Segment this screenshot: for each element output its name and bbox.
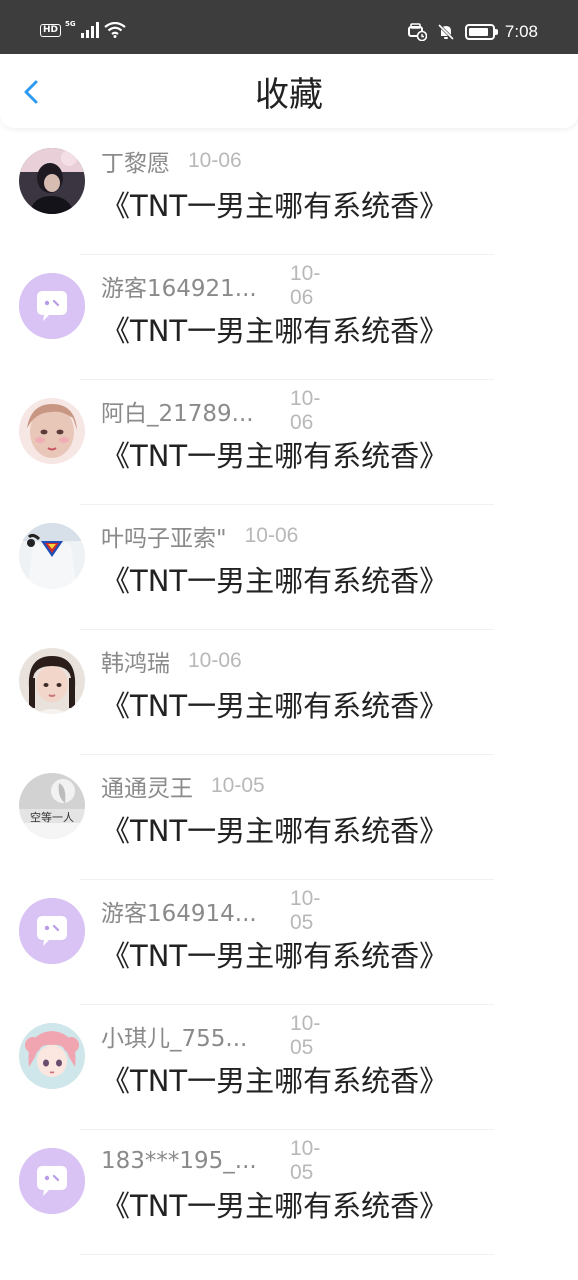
- date: 10-06: [244, 524, 299, 547]
- nickname[interactable]: 叶吗子亚索": [101, 519, 227, 553]
- item-meta: 阿白_21789... 10-06: [101, 387, 320, 434]
- avatar[interactable]: [19, 1023, 85, 1089]
- chat-bubble-icon: [19, 1148, 85, 1214]
- avatar-caption: 空等一人: [30, 811, 74, 824]
- item-meta: 183***195_... 10-05: [101, 1137, 320, 1184]
- nickname[interactable]: 小琪儿_755...: [101, 1019, 247, 1053]
- book-title[interactable]: 《TNT一男主哪有系统香》: [101, 1186, 448, 1226]
- nickname[interactable]: 通通灵王: [101, 769, 193, 803]
- nickname[interactable]: 丁黎愿: [101, 144, 170, 178]
- avatar-image: [19, 523, 85, 589]
- favorite-item[interactable]: 丁黎愿 10-06 《TNT一男主哪有系统香》: [0, 130, 578, 255]
- avatar[interactable]: [19, 398, 85, 464]
- status-left: HD 5G: [40, 20, 126, 38]
- page-header: 收藏: [0, 54, 578, 128]
- hd-icon: HD: [40, 23, 62, 37]
- item-meta: 小琪儿_755... 10-05: [101, 1012, 320, 1059]
- book-title[interactable]: 《TNT一男主哪有系统香》: [101, 686, 448, 726]
- wifi-icon: [103, 22, 126, 38]
- date: 10-06: [188, 649, 242, 672]
- clock: 7:08: [504, 22, 538, 41]
- nickname[interactable]: 183***195_...: [101, 1148, 257, 1174]
- chat-bubble-icon: [19, 898, 85, 964]
- favorite-item[interactable]: 韩鸿瑞 10-06 《TNT一男主哪有系统香》: [0, 630, 578, 755]
- book-title[interactable]: 《TNT一男主哪有系统香》: [101, 936, 448, 976]
- date: 10-05: [290, 1137, 321, 1184]
- signal-icon: [80, 22, 99, 38]
- book-title[interactable]: 《TNT一男主哪有系统香》: [101, 561, 448, 601]
- favorite-item[interactable]: 阿白_21789... 10-06 《TNT一男主哪有系统香》: [0, 380, 578, 505]
- avatar-image: [19, 398, 85, 464]
- mute-bell-icon: [437, 23, 454, 41]
- favorite-item[interactable]: 小琪儿_755... 10-05 《TNT一男主哪有系统香》: [0, 1005, 578, 1130]
- date: 10-06: [290, 387, 321, 434]
- book-title[interactable]: 《TNT一男主哪有系统香》: [101, 186, 448, 226]
- date: 10-05: [211, 774, 265, 797]
- item-meta: 游客164921... 10-06: [101, 262, 320, 309]
- favorite-item[interactable]: 空等一人 通通灵王 10-05 《TNT一男主哪有系统香》: [0, 755, 578, 880]
- favorite-item[interactable]: 183***195_... 10-05 《TNT一男主哪有系统香》: [0, 1130, 578, 1255]
- avatar-image: [19, 773, 85, 839]
- nickname[interactable]: 阿白_21789...: [101, 394, 254, 428]
- book-title[interactable]: 《TNT一男主哪有系统香》: [101, 311, 448, 351]
- favorite-item[interactable]: 游客164921... 10-06 《TNT一男主哪有系统香》: [0, 255, 578, 380]
- avatar[interactable]: 空等一人: [19, 773, 85, 839]
- status-bar: HD 5G 7:08: [0, 0, 578, 54]
- nickname[interactable]: 韩鸿瑞: [101, 644, 170, 678]
- avatar[interactable]: [19, 898, 85, 964]
- date: 10-05: [290, 1012, 321, 1059]
- item-meta: 韩鸿瑞 10-06: [101, 644, 242, 678]
- battery-icon: [464, 24, 498, 40]
- avatar[interactable]: [19, 148, 85, 214]
- avatar[interactable]: [19, 523, 85, 589]
- item-meta: 通通灵王 10-05: [101, 769, 265, 803]
- nickname[interactable]: 游客164914...: [101, 894, 257, 928]
- avatar-image: [19, 1023, 85, 1089]
- nickname[interactable]: 游客164921...: [101, 269, 257, 303]
- favorite-item[interactable]: 叶吗子亚索" 10-06 《TNT一男主哪有系统香》: [0, 505, 578, 630]
- divider: [80, 1254, 494, 1255]
- item-meta: 游客164914... 10-05: [101, 887, 320, 934]
- avatar-image: [19, 648, 85, 714]
- date: 10-06: [290, 262, 321, 309]
- battery-level: [468, 28, 488, 36]
- favorite-item[interactable]: 游客164914... 10-05 《TNT一男主哪有系统香》: [0, 880, 578, 1005]
- network-type-label: 5G: [65, 20, 76, 28]
- car-mode-icon: [407, 23, 427, 41]
- avatar[interactable]: [19, 273, 85, 339]
- date: 10-06: [188, 149, 242, 172]
- avatar[interactable]: [19, 1148, 85, 1214]
- favorites-list: 丁黎愿 10-06 《TNT一男主哪有系统香》 游客164921... 10-06 《T…: [0, 130, 578, 1255]
- book-title[interactable]: 《TNT一男主哪有系统香》: [101, 436, 448, 476]
- book-title[interactable]: 《TNT一男主哪有系统香》: [101, 1061, 448, 1101]
- avatar[interactable]: [19, 648, 85, 714]
- book-title[interactable]: 《TNT一男主哪有系统香》: [101, 811, 448, 851]
- item-meta: 丁黎愿 10-06: [101, 144, 242, 178]
- item-meta: 叶吗子亚索" 10-06: [101, 519, 298, 553]
- chat-bubble-icon: [19, 273, 85, 339]
- status-right: 7:08: [407, 22, 538, 42]
- page-title: 收藏: [255, 75, 323, 115]
- avatar-image: [19, 148, 85, 214]
- date: 10-05: [290, 887, 321, 934]
